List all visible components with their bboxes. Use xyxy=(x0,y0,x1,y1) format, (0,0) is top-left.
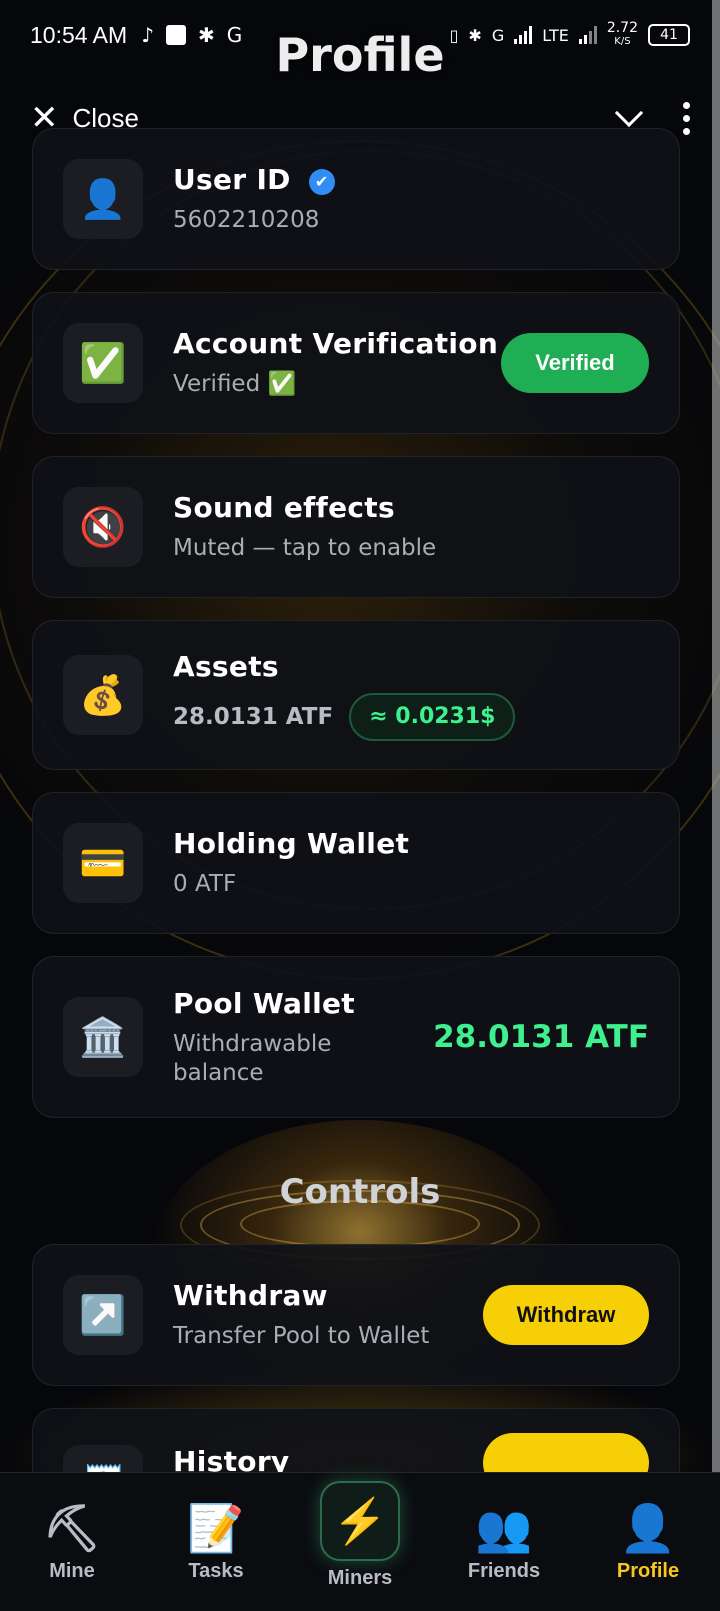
network-speed-unit: K/S xyxy=(614,36,631,47)
assets-amount: 28.0131 ATF xyxy=(173,703,334,730)
holding-wallet-card: 💳 Holding Wallet 0 ATF xyxy=(32,792,680,934)
chevron-down-icon[interactable] xyxy=(614,98,644,128)
nav-miners-label: Miners xyxy=(327,1566,393,1589)
nav-mine-label: Mine xyxy=(49,1559,95,1582)
muted-speaker-icon: 🔇 xyxy=(63,487,143,567)
close-button[interactable]: ✕ Close xyxy=(30,101,139,135)
nav-profile[interactable]: 👤 Profile xyxy=(576,1473,720,1611)
history-button[interactable] xyxy=(483,1433,649,1472)
nav-profile-label: Profile xyxy=(616,1559,680,1582)
signal-icon-2 xyxy=(578,26,597,44)
profile-content[interactable]: 👤 User ID ✔ 5602210208 ✅ Account Verifica… xyxy=(0,0,720,1472)
nav-friends[interactable]: 👥 Friends xyxy=(432,1473,576,1611)
holding-wallet-title: Holding Wallet xyxy=(173,827,410,860)
battery-indicator: 41 xyxy=(648,24,690,46)
receipt-icon: 🧾 xyxy=(63,1445,143,1472)
money-bag-icon: 💰 xyxy=(63,655,143,735)
close-label: Close xyxy=(72,102,139,133)
pool-wallet-card: 🏛️ Pool Wallet Withdrawable balance 28.0… xyxy=(32,956,680,1118)
verified-badge-icon: ✔ xyxy=(308,169,335,195)
sound-effects-card[interactable]: 🔇 Sound effects Muted — tap to enable xyxy=(32,456,680,598)
tiktok-icon: ♪ xyxy=(141,23,154,47)
nav-tasks-label: Tasks xyxy=(188,1559,244,1582)
nav-mine[interactable]: ⛏ Mine xyxy=(0,1473,144,1611)
arrow-up-right-icon: ↗️ xyxy=(63,1275,143,1355)
lte-label: LTE xyxy=(542,25,569,45)
profile-icon: 👤 xyxy=(619,1501,677,1554)
app-g-icon: G xyxy=(226,23,243,47)
pickaxe-icon: ⛏ xyxy=(42,1501,102,1554)
vibrate-icon: ▯ xyxy=(449,25,459,45)
usd-value-badge: ≈ 0.0231$ xyxy=(349,692,516,741)
status-bar: 10:54 AM ♪ ✱ G ▯ ✱ G LTE 2.72 K/S 41 xyxy=(0,0,720,70)
user-id-title: User ID xyxy=(173,163,291,196)
friends-icon: 👥 xyxy=(475,1501,533,1554)
controls-heading: Controls xyxy=(279,1172,441,1212)
withdraw-card: ↗️ Withdraw Transfer Pool to Wallet With… xyxy=(32,1244,680,1386)
lightning-icon: ⚡ xyxy=(320,1480,400,1561)
holding-wallet-balance: 0 ATF xyxy=(173,871,237,897)
close-icon: ✕ xyxy=(30,99,59,137)
nav-miners[interactable]: ⚡ Miners xyxy=(288,1473,432,1611)
user-icon: 👤 xyxy=(63,159,143,239)
verification-status: Verified ✅ xyxy=(173,371,297,397)
withdraw-button[interactable]: Withdraw xyxy=(483,1285,649,1345)
bank-icon: 🏛️ xyxy=(63,997,143,1077)
sound-effects-title: Sound effects xyxy=(173,491,395,524)
pool-wallet-amount: 28.0131 ATF xyxy=(433,1019,649,1055)
verification-title: Account Verification xyxy=(173,327,499,360)
status-time: 10:54 AM xyxy=(30,21,128,48)
pool-wallet-subtitle: Withdrawable balance xyxy=(173,1030,332,1086)
withdraw-title: Withdraw xyxy=(173,1279,328,1312)
assets-title: Assets xyxy=(173,649,279,683)
top-bar: ✕ Close xyxy=(0,88,720,148)
history-card: 🧾 History xyxy=(32,1408,680,1472)
verified-button[interactable]: Verified xyxy=(501,333,649,393)
user-id-card: 👤 User ID ✔ 5602210208 xyxy=(32,128,680,270)
withdraw-subtitle: Transfer Pool to Wallet xyxy=(173,1323,430,1349)
g-network-label: G xyxy=(491,25,505,45)
nav-friends-label: Friends xyxy=(467,1559,541,1582)
bottom-navigation: ⛏ Mine 📝 Tasks ⚡ Miners 👥 Friends 👤 Prof… xyxy=(0,1472,720,1611)
sound-effects-status: Muted — tap to enable xyxy=(173,535,437,561)
check-icon: ✅ xyxy=(63,323,143,403)
memo-icon: 📝 xyxy=(187,1501,245,1554)
verification-card: ✅ Account Verification Verified ✅ Verifi… xyxy=(32,292,680,434)
signal-icon xyxy=(514,26,533,44)
credit-card-icon: 💳 xyxy=(63,823,143,903)
notification-square-icon xyxy=(165,25,186,45)
more-options-icon[interactable] xyxy=(683,101,690,135)
history-title: History xyxy=(173,1445,290,1472)
bluetooth-icon: ✱ xyxy=(197,23,215,47)
network-speed: 2.72 xyxy=(606,20,638,36)
assets-card: 💰 Assets 28.0131 ATF ≈ 0.0231$ xyxy=(32,620,680,770)
pool-wallet-title: Pool Wallet xyxy=(173,986,355,1020)
bluetooth-icon: ✱ xyxy=(468,25,482,45)
nav-tasks[interactable]: 📝 Tasks xyxy=(144,1473,288,1611)
user-id-value: 5602210208 xyxy=(173,207,320,233)
